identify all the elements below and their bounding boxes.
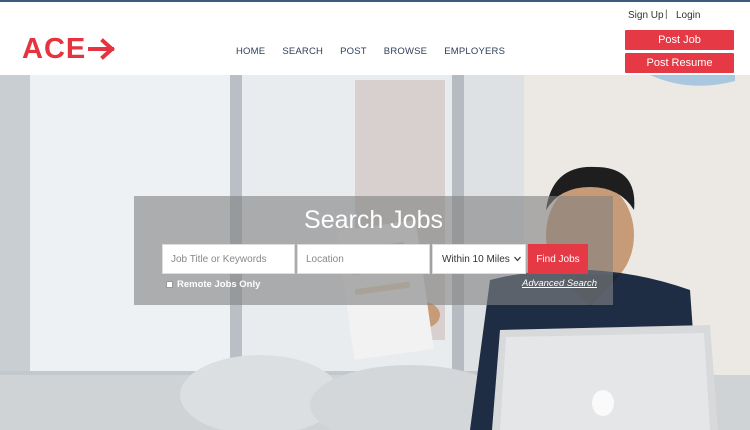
advanced-search-link[interactable]: Advanced Search [522, 278, 597, 289]
topbar-separator: | [665, 9, 668, 20]
nav-item-employers[interactable]: EMPLOYERS [444, 46, 505, 57]
find-jobs-button[interactable]: Find Jobs [528, 244, 588, 274]
location-input[interactable]: Location [297, 244, 430, 274]
post-job-button[interactable]: Post Job [625, 30, 734, 50]
hero-banner: Search Jobs Job Title or Keywords Locati… [0, 75, 750, 430]
chevron-down-icon [514, 256, 521, 262]
logo-text: ACE [22, 32, 87, 65]
main-nav: HOME SEARCH POST BROWSE EMPLOYERS [236, 46, 522, 57]
job-search-panel: Search Jobs Job Title or Keywords Locati… [134, 196, 613, 305]
keywords-input[interactable]: Job Title or Keywords [162, 244, 295, 274]
site-logo[interactable]: ACE [22, 32, 118, 65]
nav-item-browse[interactable]: BROWSE [384, 46, 427, 57]
remote-jobs-option[interactable]: Remote Jobs Only [166, 279, 260, 290]
arrow-right-icon [88, 38, 116, 60]
nav-item-post[interactable]: POST [340, 46, 367, 57]
radius-select-value: Within 10 Miles [442, 253, 510, 265]
nav-item-home[interactable]: HOME [236, 46, 265, 57]
top-utility-bar: Sign Up | Login [0, 2, 750, 28]
login-link[interactable]: Login [676, 10, 700, 21]
sign-up-link[interactable]: Sign Up [628, 10, 664, 21]
post-resume-button[interactable]: Post Resume [625, 53, 734, 73]
remote-jobs-checkbox[interactable] [166, 281, 173, 288]
radius-select[interactable]: Within 10 Miles [432, 244, 526, 274]
remote-jobs-label: Remote Jobs Only [177, 279, 261, 290]
nav-item-search[interactable]: SEARCH [282, 46, 323, 57]
search-jobs-title: Search Jobs [304, 206, 443, 234]
